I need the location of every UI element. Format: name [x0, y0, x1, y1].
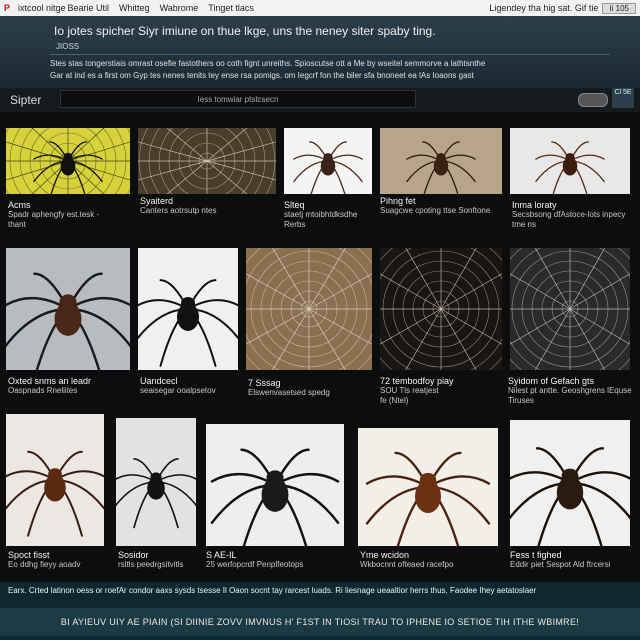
- spider-image[interactable]: [138, 128, 276, 194]
- spider-image[interactable]: [246, 248, 372, 370]
- gallery-caption: Inma loraty Secsbsong dfAstoce-lots inpec…: [512, 200, 636, 230]
- header-divider: [50, 54, 610, 55]
- caption-title[interactable]: Yme wcidon: [360, 550, 484, 560]
- spider-image[interactable]: [6, 248, 130, 370]
- page-header: Io jotes spicher Siyr imiune on thue lkg…: [0, 16, 640, 88]
- page-title: Io jotes spicher Siyr imiune on thue lkg…: [54, 24, 436, 38]
- search-bar: Sipter Iess tomwiar ptstcsecn Cl 5E: [0, 88, 640, 112]
- caption-line-1: Elswenvasetsed spedg: [248, 388, 330, 397]
- caption-title[interactable]: Pihng fet: [380, 196, 504, 206]
- spider-image[interactable]: [6, 128, 130, 194]
- caption-title[interactable]: 7 Sssag: [248, 378, 372, 388]
- caption-line-2: thant: [8, 220, 26, 229]
- spider-image[interactable]: [380, 128, 502, 194]
- spider-image[interactable]: [510, 248, 630, 370]
- spider-image[interactable]: [510, 420, 630, 546]
- spider-image[interactable]: [138, 248, 238, 370]
- gallery-caption: Spoct fisst Eo ddhg fieyy aoadv: [8, 550, 132, 570]
- gallery-caption: Uandcecl seaisegar ooalpsetov: [140, 376, 264, 396]
- gallery-caption: S AE-IL 25 werfopcrdf Penplfeotops: [206, 550, 330, 570]
- nav-link-2[interactable]: Whitteg: [119, 3, 150, 13]
- caption-title[interactable]: Acms: [8, 200, 132, 210]
- caption-title[interactable]: Uandcecl: [140, 376, 264, 386]
- spider-image[interactable]: [206, 424, 344, 546]
- caption-line-1: Canters aotrsutp ntes: [140, 206, 217, 215]
- search-label: Sipter: [10, 93, 42, 107]
- caption-line-1: Suagcwe cpoting ttse Sonftone: [380, 206, 491, 215]
- nav-link-1[interactable]: Bearie Util: [68, 3, 110, 13]
- brand-name[interactable]: ixtcool nitge: [18, 3, 66, 13]
- caption-line-2: Rerbs: [284, 220, 306, 229]
- gallery-caption: Yme wcidon Wkbocnnt ofteaed racefpo: [360, 550, 484, 570]
- spider-image[interactable]: [284, 128, 372, 194]
- top-right-text[interactable]: Ligendey tha hig sat. Gif tie: [489, 3, 598, 13]
- nav-link-4[interactable]: Tinget tlacs: [208, 3, 254, 13]
- spider-image[interactable]: [380, 248, 502, 370]
- gallery-caption: 72 tembodfoy piay SOU Tls reatjest fe (Nte…: [380, 376, 504, 406]
- caption-title[interactable]: Oxted snms an leadr: [8, 376, 132, 386]
- caption-title[interactable]: Syaiterd: [140, 196, 264, 206]
- gallery-caption: Syaiterd Canters aotrsutp ntes: [140, 196, 264, 216]
- description-line-1: Stes stas tongerstiais omrast osefie fas…: [50, 59, 486, 68]
- spider-image[interactable]: [6, 414, 104, 546]
- site-logo[interactable]: P: [4, 3, 18, 13]
- caption-line-2: Tiruses: [508, 396, 534, 405]
- caption-line-1: Nilest pt antte. Geoshgrens lEquse: [508, 386, 632, 395]
- gallery-caption: Fess t fighed Eddir piet Sespot Ald ftrce…: [510, 550, 634, 570]
- caption-line-1: Eddir piet Sespot Ald ftrcersi: [510, 560, 611, 569]
- caption-line-1: Oaspnads Rneliites: [8, 386, 78, 395]
- top-right-area: Ligendey tha hig sat. Gif tie Ii 105: [489, 2, 636, 14]
- caption-title[interactable]: Fess t fighed: [510, 550, 634, 560]
- description-line-2: Gar at ind es a first om Gyp tes nenes t…: [50, 71, 474, 80]
- top-pill-button[interactable]: Ii 105: [602, 2, 636, 14]
- caption-line-1: SOU Tls reatjest: [380, 386, 439, 395]
- nav-link-3[interactable]: Wabrome: [160, 3, 199, 13]
- footer-banner[interactable]: BI AYIEUV UIY AE PIAIN (SI DIINIE ZOVV I…: [0, 608, 640, 636]
- caption-line-1: Spadr aphengfy est.tesk -: [8, 210, 100, 219]
- caption-line-1: Secsbsong dfAstoce-lots inpecy: [512, 210, 626, 219]
- caption-title[interactable]: Syidom of Gefach gts: [508, 376, 632, 386]
- caption-line-2: tme ns: [512, 220, 537, 229]
- page-footer: Earx. Crted latinon oess or roefAr condo…: [0, 582, 640, 640]
- gallery-caption: Syidom of Gefach gts Nilest pt antte. Geo…: [508, 376, 632, 406]
- toggle-button[interactable]: [578, 93, 608, 107]
- top-navigation-bar: P ixtcool nitge Bearie Util Whitteg Wabr…: [0, 0, 640, 16]
- caption-line-1: Eo ddhg fieyy aoadv: [8, 560, 81, 569]
- gallery-caption: Pihng fet Suagcwe cpoting ttse Sonftone: [380, 196, 504, 216]
- top-nav-links: Bearie Util Whitteg Wabrome Tinget tlacs: [68, 3, 254, 13]
- header-description: Stes stas tongerstiais omrast osefie fas…: [50, 58, 620, 82]
- spider-image[interactable]: [116, 418, 196, 546]
- gallery-caption: Acms Spadr aphengfy est.tesk - thant: [8, 200, 132, 230]
- spider-image[interactable]: [510, 128, 630, 194]
- spider-image[interactable]: [358, 428, 498, 546]
- caption-title[interactable]: 72 tembodfoy piay: [380, 376, 504, 386]
- footer-text: Earx. Crted latinon oess or roefAr condo…: [8, 586, 537, 595]
- page-subtitle: JIOSS: [56, 42, 80, 51]
- caption-title[interactable]: S AE-IL: [206, 550, 330, 560]
- caption-line-1: 25 werfopcrdf Penplfeotops: [206, 560, 304, 569]
- gallery-caption: Oxted snms an leadr Oaspnads Rneliites: [8, 376, 132, 396]
- search-input[interactable]: Iess tomwiar ptstcsecn: [60, 90, 416, 108]
- caption-title[interactable]: Inma loraty: [512, 200, 636, 210]
- caption-line-1: seaisegar ooalpsetov: [140, 386, 216, 395]
- caption-title[interactable]: Spoct fisst: [8, 550, 132, 560]
- gallery-caption: 7 Sssag Elswenvasetsed spedg: [248, 378, 372, 398]
- caption-line-1: Wkbocnnt ofteaed racefpo: [360, 560, 454, 569]
- corner-badge[interactable]: Cl 5E: [612, 88, 634, 108]
- caption-line-2: fe (Ntel): [380, 396, 409, 405]
